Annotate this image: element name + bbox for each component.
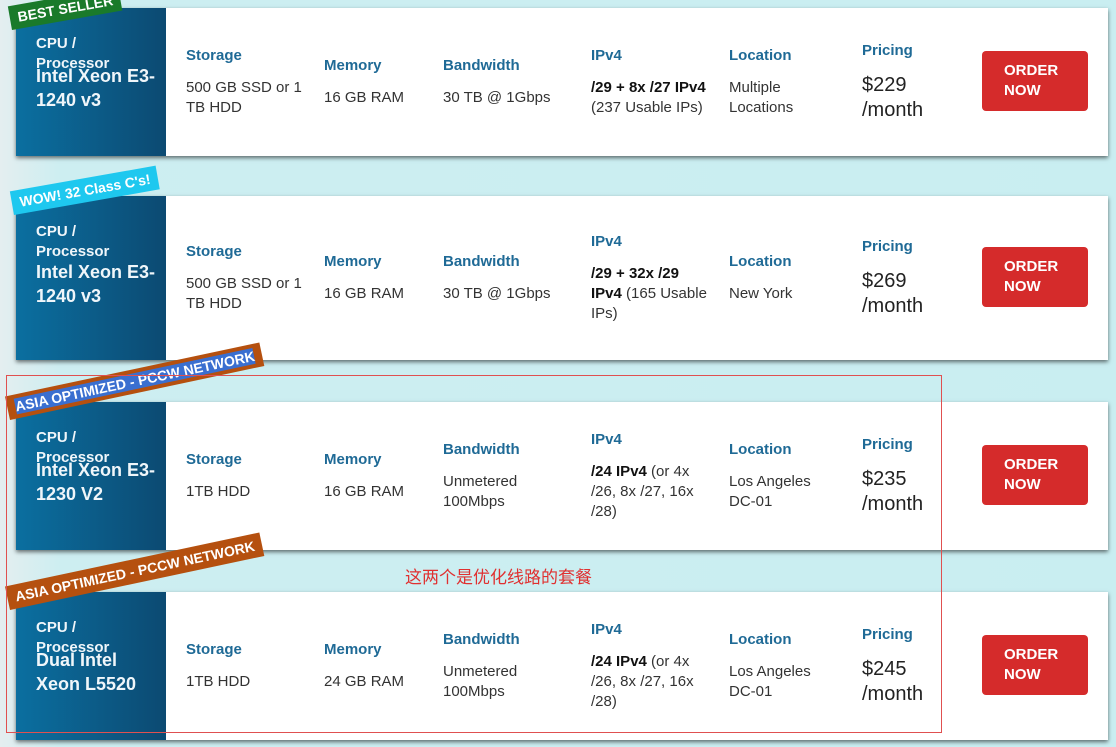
plan-card: CPU / Processor Intel Xeon E3-1240 v3 St… bbox=[16, 196, 1108, 360]
storage-header: Storage bbox=[186, 242, 242, 260]
ipv4-value: /29 + 32x /29 IPv4 (165 Usable IPs) bbox=[591, 264, 711, 324]
price-amount: $229 bbox=[862, 73, 907, 96]
bandwidth-header: Bandwidth bbox=[443, 252, 520, 270]
cpu-name: Intel Xeon E3-1240 v3 bbox=[36, 66, 156, 110]
order-now-button[interactable]: ORDER NOW bbox=[982, 445, 1088, 505]
order-now-button[interactable]: ORDER NOW bbox=[982, 635, 1088, 695]
cpu-panel: CPU / Processor Intel Xeon E3-1240 v3 bbox=[16, 8, 166, 156]
bandwidth-column: Bandwidth 30 TB @ 1Gbps bbox=[443, 196, 573, 360]
storage-value: 500 GB SSD or 1 TB HDD bbox=[186, 78, 302, 116]
ipv4-main: /29 + 8x /27 IPv4 bbox=[591, 78, 706, 96]
bandwidth-value: 30 TB @ 1Gbps bbox=[443, 88, 551, 106]
cpu-panel: CPU / Processor Intel Xeon E3-1240 v3 bbox=[16, 196, 166, 360]
pricing-column: Pricing $229/month bbox=[862, 8, 962, 156]
location-value: Multiple Locations bbox=[729, 78, 794, 116]
memory-value: 16 GB RAM bbox=[324, 284, 405, 302]
annotation-box bbox=[6, 375, 942, 733]
storage-header: Storage bbox=[186, 46, 242, 64]
plan-card: CPU / Processor Intel Xeon E3-1240 v3 St… bbox=[16, 8, 1108, 156]
price-amount: $269 bbox=[862, 269, 907, 292]
location-column: Location New York bbox=[729, 196, 839, 360]
price-period: /month bbox=[862, 294, 924, 317]
location-column: Location Multiple Locations bbox=[729, 8, 839, 156]
ipv4-header: IPv4 bbox=[591, 46, 622, 64]
location-header: Location bbox=[729, 252, 792, 270]
pricing-column: Pricing $269/month bbox=[862, 196, 962, 360]
memory-header: Memory bbox=[324, 56, 382, 74]
bandwidth-value: 30 TB @ 1Gbps bbox=[443, 284, 551, 302]
price-value: $269/month bbox=[862, 269, 962, 319]
location-header: Location bbox=[729, 46, 792, 64]
location-value: New York bbox=[729, 284, 793, 302]
pricing-header: Pricing bbox=[862, 41, 913, 59]
order-now-button[interactable]: ORDER NOW bbox=[982, 51, 1088, 111]
ipv4-header: IPv4 bbox=[591, 232, 622, 250]
ipv4-column: IPv4/29 + 32x /29 IPv4 (165 Usable IPs) bbox=[591, 196, 711, 360]
annotation-text: 这两个是优化线路的套餐 bbox=[405, 568, 592, 588]
memory-column: Memory 16 GB RAM bbox=[324, 196, 424, 360]
order-now-button[interactable]: ORDER NOW bbox=[982, 247, 1088, 307]
storage-value: 500 GB SSD or 1 TB HDD bbox=[186, 274, 302, 312]
pricing-header: Pricing bbox=[862, 237, 913, 255]
storage-column: Storage 500 GB SSD or 1 TB HDD bbox=[186, 196, 306, 360]
price-period: /month bbox=[862, 98, 924, 121]
bandwidth-column: Bandwidth 30 TB @ 1Gbps bbox=[443, 8, 573, 156]
bandwidth-header: Bandwidth bbox=[443, 56, 520, 74]
memory-header: Memory bbox=[324, 252, 382, 270]
memory-column: Memory 16 GB RAM bbox=[324, 8, 424, 156]
storage-column: Storage 500 GB SSD or 1 TB HDD bbox=[186, 8, 306, 156]
cpu-name: Intel Xeon E3-1240 v3 bbox=[36, 262, 156, 306]
cpu-label: CPU / Processor bbox=[36, 223, 110, 260]
ipv4-detail: (237 Usable IPs) bbox=[591, 98, 703, 116]
ipv4-value: /29 + 8x /27 IPv4 (237 Usable IPs) bbox=[591, 78, 711, 118]
memory-value: 16 GB RAM bbox=[324, 88, 405, 106]
price-value: $229/month bbox=[862, 73, 962, 123]
ipv4-column: IPv4/29 + 8x /27 IPv4 (237 Usable IPs) bbox=[591, 8, 711, 156]
